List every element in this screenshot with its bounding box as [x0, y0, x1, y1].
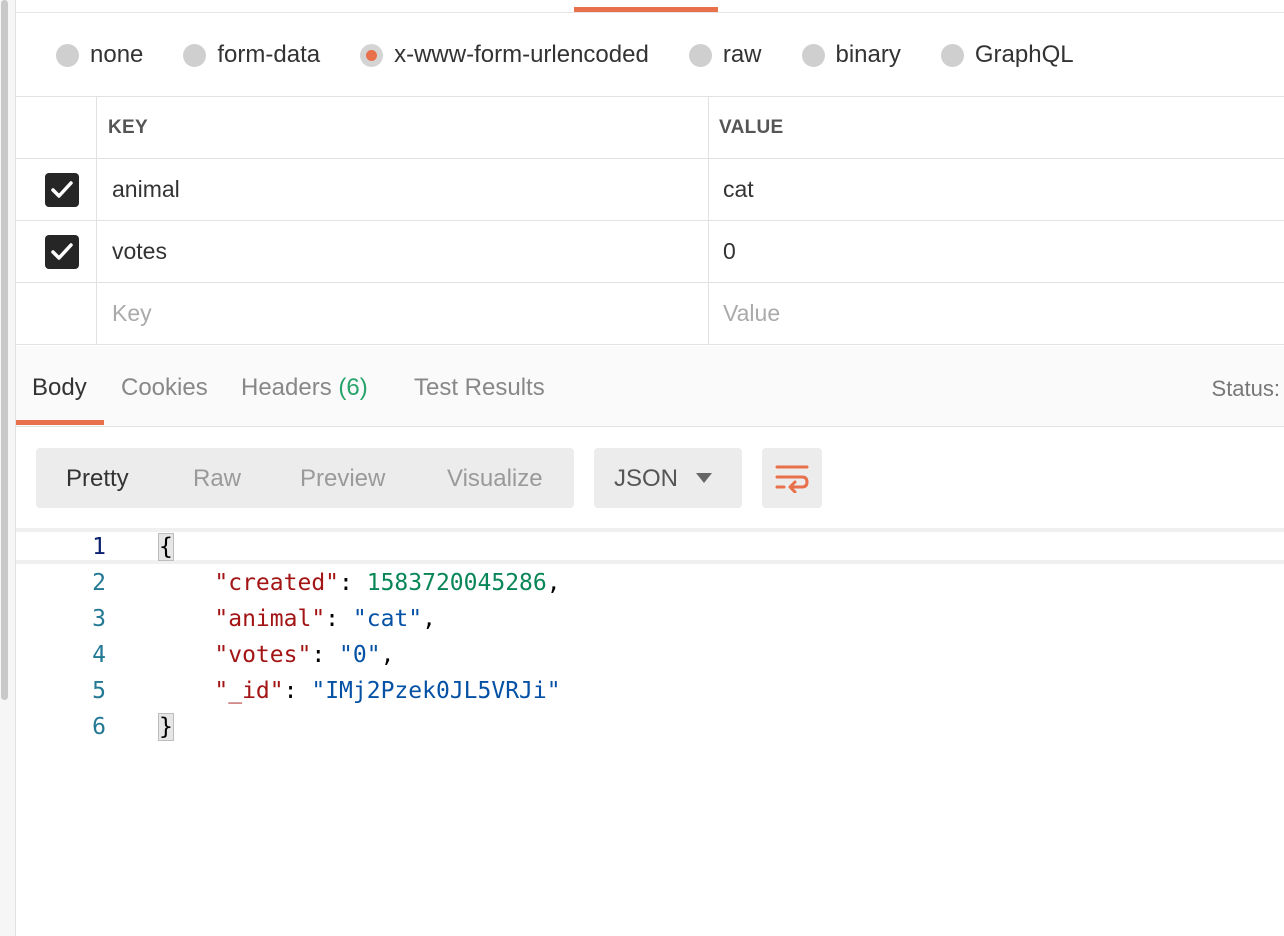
code-text: "votes": "0", [214, 642, 395, 668]
tab-body[interactable]: Body [32, 374, 87, 402]
new-key-input[interactable]: Key [97, 283, 709, 344]
line-number: 3 [92, 606, 106, 632]
radio-none-dot[interactable] [56, 43, 79, 67]
left-pane-scrollbar[interactable] [0, 0, 16, 936]
headers-count-badge: (6) [338, 374, 368, 401]
json-key: "_id" [214, 678, 284, 704]
code-line: 5 "_id": "IMj2Pzek0JL5VRJi" [16, 672, 1284, 708]
radio-none[interactable]: none [56, 41, 143, 69]
response-body-editor[interactable]: 1 { 2 "created": 1583720045286, 3 "anima… [16, 528, 1284, 768]
json-value: "IMj2Pzek0JL5VRJi" [311, 678, 561, 704]
radio-form-data[interactable]: form-data [183, 41, 320, 69]
tab-headers[interactable]: Headers (6) [241, 374, 368, 402]
status-label: Status: [1211, 376, 1280, 401]
radio-raw-dot[interactable] [688, 43, 712, 67]
line-number: 5 [92, 678, 106, 704]
key-cell[interactable]: votes [97, 221, 709, 282]
line-number: 4 [92, 642, 106, 668]
radio-x-www-form-urlencoded-dot[interactable] [360, 43, 384, 67]
radio-form-data-label: form-data [217, 41, 321, 68]
open-brace: { [158, 533, 174, 561]
radio-none-label: none [90, 41, 144, 68]
radio-graphql[interactable]: GraphQL [940, 41, 1074, 69]
format-selected-value: JSON [614, 465, 679, 492]
row-check-cell [16, 221, 97, 282]
radio-form-data-dot[interactable] [183, 43, 207, 67]
response-tabs-bar: Body Cookies Headers (6) Test Results St… [16, 346, 1284, 427]
table-row: votes 0 [16, 221, 1284, 283]
json-value: 1583720045286 [366, 570, 547, 596]
json-key: "created" [214, 570, 340, 596]
request-tabs-strip [16, 0, 1284, 13]
code-line: 4 "votes": "0", [16, 636, 1284, 672]
body-type-selector: none form-data x-www-form-urlencoded raw… [16, 14, 1284, 97]
format-dropdown[interactable]: JSON [594, 448, 742, 508]
radio-binary-label: binary [835, 41, 901, 68]
tab-headers-label: Headers [241, 374, 332, 401]
new-param-row: Key Value [16, 283, 1284, 345]
params-table-header: KEY VALUE [16, 97, 1284, 159]
line-number: 2 [92, 570, 106, 596]
json-value: "cat" [352, 606, 423, 632]
header-check-cell [16, 97, 97, 158]
chevron-down-icon [696, 473, 712, 483]
code-line: 6 } [16, 708, 1284, 744]
view-pretty-button[interactable]: Pretty [66, 465, 129, 493]
code-text: "created": 1583720045286, [214, 570, 561, 596]
code-text: { [158, 533, 174, 561]
code-text: "_id": "IMj2Pzek0JL5VRJi" [214, 678, 561, 704]
radio-x-www-form-urlencoded[interactable]: x-www-form-urlencoded [360, 41, 649, 69]
view-visualize-button[interactable]: Visualize [447, 465, 543, 493]
wrap-lines-icon [775, 465, 809, 493]
json-value: "0" [339, 642, 381, 668]
row-checkbox[interactable] [45, 172, 79, 207]
view-raw-button[interactable]: Raw [193, 465, 241, 493]
header-key: KEY [97, 97, 709, 158]
new-value-input[interactable]: Value [709, 283, 1284, 344]
checkmark-icon [51, 180, 73, 198]
row-checkbox[interactable] [45, 234, 79, 269]
header-value: VALUE [719, 116, 784, 138]
active-tab-underline [16, 420, 104, 425]
json-key: "animal" [214, 606, 326, 632]
radio-raw-label: raw [722, 41, 762, 68]
radio-x-www-form-urlencoded-label: x-www-form-urlencoded [394, 41, 649, 68]
tab-cookies[interactable]: Cookies [121, 374, 208, 402]
view-mode-group: Pretty Raw Preview Visualize [36, 448, 574, 508]
row-check-cell [16, 159, 97, 220]
wrap-lines-button[interactable] [762, 448, 822, 508]
line-number: 1 [92, 534, 106, 560]
radio-raw[interactable]: raw [688, 41, 762, 69]
value-cell[interactable]: 0 [709, 221, 1284, 282]
checkmark-icon [51, 242, 73, 260]
radio-graphql-label: GraphQL [974, 41, 1074, 68]
code-text: } [158, 713, 174, 741]
value-cell[interactable]: cat [709, 159, 1284, 220]
code-line: 3 "animal": "cat", [16, 600, 1284, 636]
line-number: 6 [92, 714, 106, 740]
radio-graphql-dot[interactable] [940, 43, 964, 67]
radio-binary-dot[interactable] [801, 43, 825, 67]
close-brace: } [158, 713, 174, 741]
table-row: animal cat [16, 159, 1284, 221]
code-text: "animal": "cat", [214, 606, 436, 632]
active-request-tab-indicator [574, 7, 718, 12]
key-cell[interactable]: animal [97, 159, 709, 220]
radio-binary[interactable]: binary [801, 41, 901, 69]
code-line: 2 "created": 1583720045286, [16, 564, 1284, 600]
scrollbar-thumb[interactable] [1, 0, 8, 700]
request-response-panel: none form-data x-www-form-urlencoded raw… [16, 0, 1284, 936]
code-line: 1 { [16, 528, 1284, 564]
tab-test-results[interactable]: Test Results [414, 374, 545, 402]
view-preview-button[interactable]: Preview [300, 465, 385, 493]
params-table: KEY VALUE animal cat votes 0 Key Value [16, 97, 1284, 345]
row-check-cell [16, 283, 97, 344]
json-key: "votes" [214, 642, 312, 668]
